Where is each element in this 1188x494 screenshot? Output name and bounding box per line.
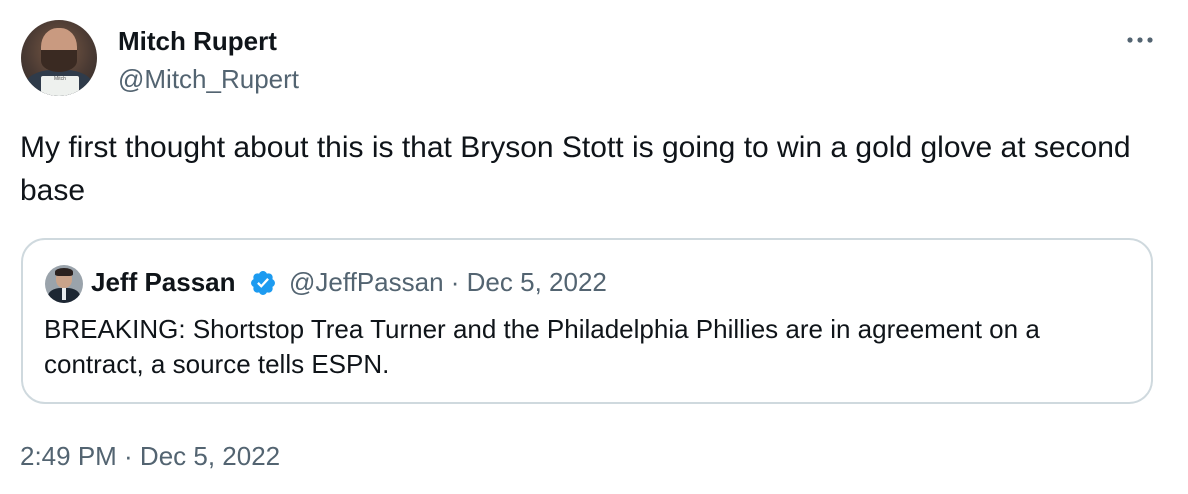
avatar-badge: Mitch	[41, 76, 79, 96]
author-handle[interactable]: @Mitch_Rupert	[118, 63, 299, 95]
more-horizontal-icon	[1127, 37, 1153, 43]
tweet: Mitch Mitch Rupert @Mitch_Rupert My firs…	[0, 0, 1188, 494]
more-options-button[interactable]	[1122, 28, 1158, 52]
verified-badge-icon	[251, 271, 275, 295]
author-avatar[interactable]: Mitch	[21, 20, 97, 96]
tweet-text: My first thought about this is that Brys…	[20, 131, 1131, 207]
tweet-timestamp[interactable]: 2:49 PM · Dec 5, 2022	[20, 440, 280, 472]
quoted-tweet[interactable]: Jeff Passan @JeffPassan · Dec 5, 2022 BR…	[21, 238, 1153, 404]
quoted-tweet-text: BREAKING: Shortstop Trea Turner and the …	[44, 314, 1040, 379]
author-name[interactable]: Mitch Rupert	[118, 25, 277, 57]
quoted-tweet-meta: @JeffPassan · Dec 5, 2022	[289, 267, 607, 297]
quoted-author-name: Jeff Passan	[91, 267, 236, 297]
quoted-author-avatar[interactable]	[45, 265, 83, 303]
